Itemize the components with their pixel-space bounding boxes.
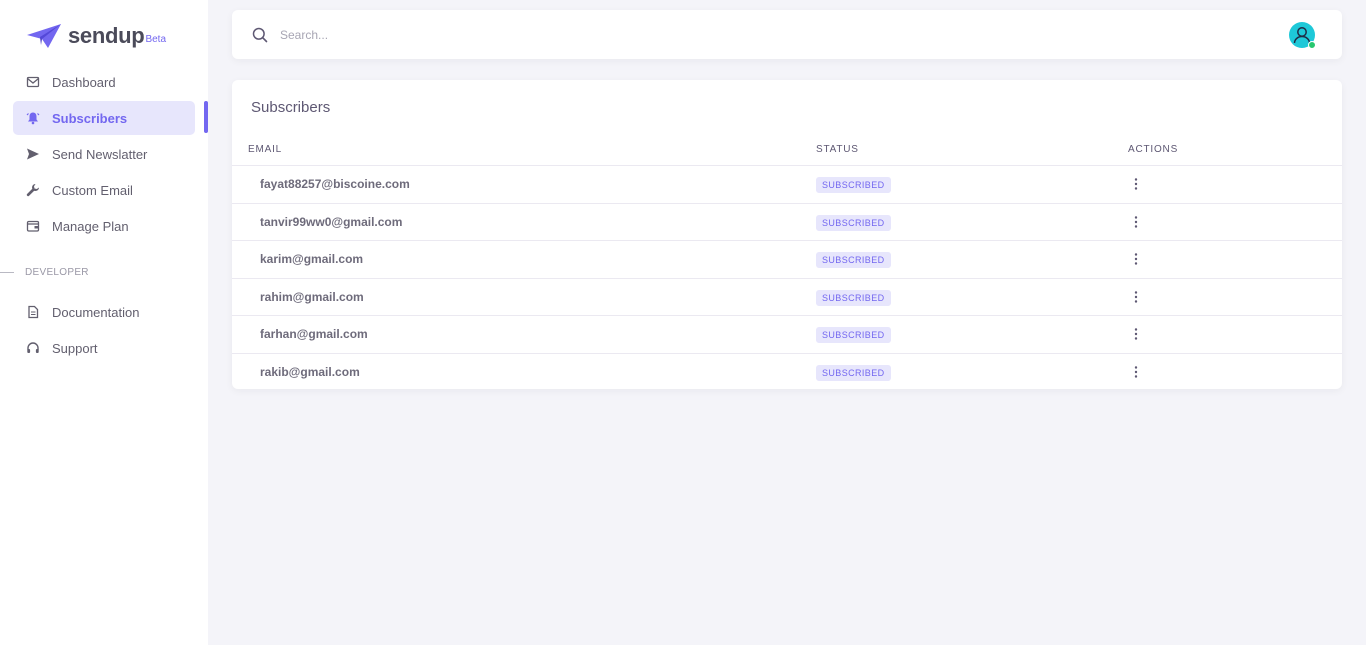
wallet-icon [26,219,40,233]
card-title: Subscribers [251,99,331,116]
row-actions-button[interactable] [1130,289,1142,305]
subscriber-email: rakib@gmail.com [260,364,360,379]
sidebar-item-support[interactable]: Support [13,331,195,365]
search-input[interactable] [280,27,1180,42]
wrench-icon [26,183,40,197]
status-badge: SUBSCRIBED [816,252,891,268]
status-badge: SUBSCRIBED [816,327,891,343]
more-vertical-icon [1134,215,1138,228]
status-badge: SUBSCRIBED [816,364,891,381]
subscribers-card: Subscribers EMAIL STATUS ACTIONS fayat88… [232,80,1342,389]
more-vertical-icon [1134,253,1138,265]
online-status-dot [1308,41,1316,49]
top-navbar [232,10,1342,59]
table-row: rakib@gmail.com SUBSCRIBED [232,354,1342,392]
table-row: rahim@gmail.com SUBSCRIBED [232,279,1342,316]
table-body: fayat88257@biscoine.com SUBSCRIBED tanvi… [232,166,1342,391]
row-actions-button[interactable] [1130,251,1142,267]
sidebar-item-label: Dashboard [52,74,116,90]
status-badge: SUBSCRIBED [816,214,891,231]
file-icon [26,305,40,319]
section-header-developer: DEVELOPER [0,262,208,282]
sidebar-item-label: Documentation [52,304,140,320]
table-header: EMAIL STATUS ACTIONS [232,140,1342,166]
sidebar-nav: Dashboard Subscribers Send Newslatter Cu… [13,65,208,245]
table-row: farhan@gmail.com SUBSCRIBED [232,316,1342,354]
subscriber-email: karim@gmail.com [260,252,364,266]
sidebar: sendup Beta Dashboard Subscribers Send N… [0,0,208,645]
subscriber-email: fayat88257@biscoine.com [260,177,410,191]
row-actions-button[interactable] [1130,326,1142,342]
brand-name: sendup [68,23,145,48]
sidebar-item-dashboard[interactable]: Dashboard [13,65,195,99]
column-header-actions: ACTIONS [1128,144,1179,155]
row-actions-button[interactable] [1130,364,1142,380]
status-badge: SUBSCRIBED [816,289,891,306]
sidebar-item-subscribers[interactable]: Subscribers [13,101,195,135]
sidebar-item-label: Support [52,340,98,356]
sidebar-item-label: Send Newslatter [52,146,148,162]
sidebar-item-custom-email[interactable]: Custom Email [13,173,195,207]
brand-logo[interactable]: sendup Beta [26,22,166,50]
mail-icon [26,75,40,89]
status-badge: SUBSCRIBED [816,177,891,193]
more-vertical-icon [1134,290,1138,303]
more-vertical-icon [1134,328,1138,340]
table-row: karim@gmail.com SUBSCRIBED [232,241,1342,279]
avatar[interactable] [1289,22,1316,49]
column-header-status: STATUS [816,144,859,155]
sidebar-item-label: Subscribers [52,110,128,126]
sidebar-item-label: Manage Plan [52,218,129,234]
sidebar-item-manage-plan[interactable]: Manage Plan [13,209,195,243]
headphones-icon [26,341,40,355]
subscriber-email: tanvir99ww0@gmail.com [260,214,403,229]
bell-icon [26,111,40,125]
more-vertical-icon [1134,365,1138,378]
active-indicator [204,101,208,133]
search-icon [252,27,268,42]
table-row: tanvir99ww0@gmail.com SUBSCRIBED [232,204,1342,241]
section-label: DEVELOPER [25,266,89,278]
row-actions-button[interactable] [1130,176,1142,192]
sidebar-item-documentation[interactable]: Documentation [13,295,195,329]
row-actions-button[interactable] [1130,214,1142,230]
sidebar-item-label: Custom Email [52,182,133,198]
column-header-email: EMAIL [248,144,283,155]
section-divider [0,271,14,273]
subscriber-email: farhan@gmail.com [260,327,368,341]
beta-badge: Beta [145,33,167,45]
paper-plane-icon [27,24,61,48]
developer-nav: Documentation Support [13,295,208,367]
subscriber-email: rahim@gmail.com [260,289,364,304]
table-row: fayat88257@biscoine.com SUBSCRIBED [232,166,1342,204]
sidebar-item-send-newsletter[interactable]: Send Newslatter [13,137,195,171]
more-vertical-icon [1134,178,1138,190]
send-icon [26,147,40,161]
